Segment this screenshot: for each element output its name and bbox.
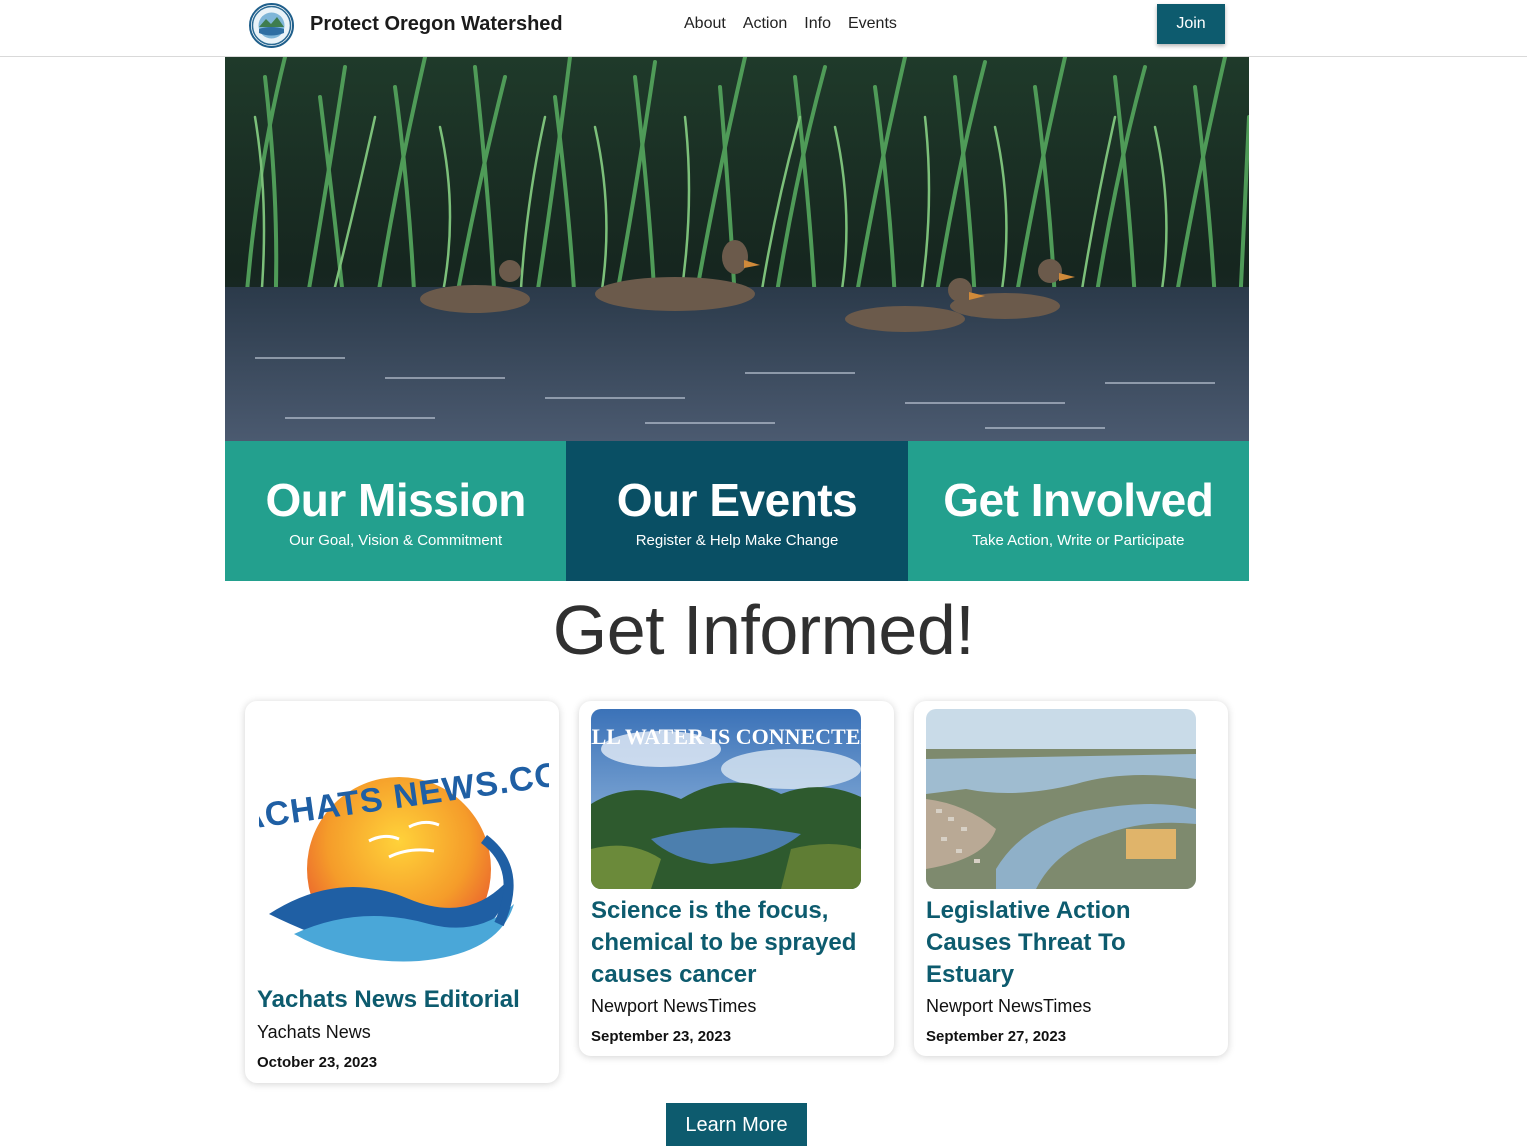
card-thumbnail-water-connected: ALL WATER IS CONNECTED bbox=[591, 709, 861, 889]
nav-events[interactable]: Events bbox=[848, 15, 897, 33]
news-card-science[interactable]: ALL WATER IS CONNECTED Science is the fo… bbox=[579, 701, 894, 1056]
nav-action[interactable]: Action bbox=[743, 15, 787, 33]
feature-tiles: Our Mission Our Goal, Vision & Commitmen… bbox=[225, 441, 1249, 581]
card-date: October 23, 2023 bbox=[257, 1054, 378, 1071]
news-card-yachats[interactable]: YACHATS NEWS.COM Yachats News Editorial … bbox=[217, 701, 593, 1083]
learn-more-button[interactable]: Learn More bbox=[666, 1103, 807, 1146]
card-date: September 27, 2023 bbox=[926, 1028, 1067, 1045]
hero-image-ducks bbox=[225, 57, 1249, 441]
section-heading: Get Informed! bbox=[552, 591, 975, 669]
nav-about[interactable]: About bbox=[684, 15, 726, 33]
top-navigation-bar: Protect Oregon Watershed About Action In… bbox=[0, 0, 1527, 57]
tile-title: Get Involved bbox=[943, 474, 1214, 526]
tile-subtitle: Take Action, Write or Participate bbox=[972, 532, 1185, 549]
join-button[interactable]: Join bbox=[1157, 4, 1225, 44]
organization-logo[interactable] bbox=[249, 3, 294, 48]
tile-title: Our Mission bbox=[265, 474, 527, 526]
yachats-news-logo: YACHATS NEWS.COM bbox=[217, 729, 593, 969]
news-card-legislative[interactable]: Legislative Action Causes Threat To Estu… bbox=[914, 701, 1228, 1056]
card-date: September 23, 2023 bbox=[591, 1028, 732, 1045]
tile-title: Our Events bbox=[616, 474, 858, 526]
card-source: Newport NewsTimes bbox=[926, 996, 1092, 1016]
main-nav: About Action Info Events bbox=[684, 15, 897, 33]
nav-info[interactable]: Info bbox=[804, 15, 831, 33]
site-title[interactable]: Protect Oregon Watershed bbox=[310, 13, 563, 36]
card-source: Newport NewsTimes bbox=[591, 996, 757, 1016]
card-title[interactable]: Yachats News Editorial bbox=[257, 984, 547, 1016]
card-source: Yachats News bbox=[257, 1022, 371, 1042]
tile-subtitle: Our Goal, Vision & Commitment bbox=[289, 532, 503, 549]
card-title[interactable]: Science is the focus, chemical to be spr… bbox=[591, 895, 881, 991]
tile-get-involved[interactable]: Get Involved Take Action, Write or Parti… bbox=[907, 441, 1249, 581]
tile-our-mission[interactable]: Our Mission Our Goal, Vision & Commitmen… bbox=[225, 441, 567, 581]
thumbnail-text: ALL WATER IS CONNECTED bbox=[591, 724, 861, 749]
tile-subtitle: Register & Help Make Change bbox=[635, 532, 839, 549]
card-title[interactable]: Legislative Action Causes Threat To Estu… bbox=[926, 895, 1216, 991]
tile-our-events[interactable]: Our Events Register & Help Make Change bbox=[566, 441, 908, 581]
card-thumbnail-estuary-aerial bbox=[926, 709, 1196, 889]
